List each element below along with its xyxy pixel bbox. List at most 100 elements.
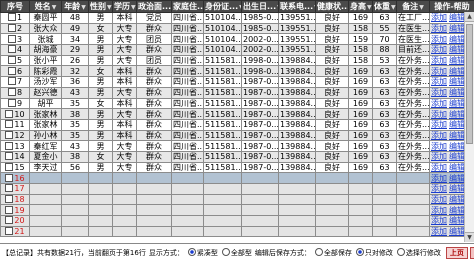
edit-link[interactable]: 编辑 bbox=[449, 99, 465, 108]
empty-cell[interactable] bbox=[136, 225, 172, 238]
empty-cell[interactable] bbox=[241, 172, 279, 184]
empty-cell[interactable] bbox=[348, 172, 373, 184]
edit-link[interactable]: 编辑 bbox=[449, 152, 465, 161]
cell-name[interactable]: 胡海豪 bbox=[29, 44, 62, 56]
cell-edu[interactable]: 大专 bbox=[112, 44, 137, 56]
empty-cell[interactable] bbox=[372, 183, 397, 195]
empty-row[interactable]: 20添加编辑删除 bbox=[0, 215, 474, 227]
row-checkbox[interactable] bbox=[5, 205, 14, 214]
cell-age[interactable]: 48 bbox=[61, 12, 89, 24]
empty-cell[interactable] bbox=[88, 204, 113, 217]
cell-address[interactable]: 四川省... bbox=[171, 12, 204, 24]
cell-birth[interactable]: 1998-0... bbox=[241, 54, 279, 67]
empty-cell[interactable] bbox=[372, 204, 397, 217]
empty-cell[interactable] bbox=[61, 183, 89, 195]
cell-birth[interactable]: 1985-0... bbox=[241, 22, 279, 35]
edit-link[interactable]: 编辑 bbox=[449, 110, 465, 119]
cell-political[interactable]: 群众 bbox=[136, 108, 172, 120]
cell-height[interactable]: 169 bbox=[348, 140, 373, 152]
add-link[interactable]: 添加 bbox=[431, 99, 447, 108]
empty-cell[interactable] bbox=[348, 193, 373, 206]
cell-phone[interactable]: 139884... bbox=[278, 140, 316, 152]
cell-edu[interactable]: 大专 bbox=[112, 54, 137, 67]
cell-birth[interactable]: 1985-0... bbox=[241, 12, 279, 24]
cell-phone[interactable]: 139551... bbox=[278, 44, 316, 56]
cell-note[interactable]: 在工厂... bbox=[396, 12, 430, 24]
cell-health[interactable]: 良好 bbox=[315, 65, 349, 78]
empty-row[interactable]: 17添加编辑删除 bbox=[0, 183, 474, 195]
edit-link[interactable]: 编辑 bbox=[449, 35, 465, 44]
cell-note[interactable]: 在医生... bbox=[396, 22, 430, 35]
empty-cell[interactable] bbox=[112, 183, 137, 195]
table-row[interactable]: 14 夏金小 38 女大专 群众 四川省... 511581... 1987-0... 1398… bbox=[0, 150, 474, 163]
cell-political[interactable]: 群众 bbox=[136, 140, 172, 152]
edit-link[interactable]: 编辑 bbox=[449, 142, 465, 151]
empty-cell[interactable] bbox=[112, 172, 137, 184]
row-checkbox[interactable] bbox=[7, 34, 16, 43]
cell-age[interactable]: 35 bbox=[61, 129, 89, 142]
cell-edu[interactable]: 大专 bbox=[112, 33, 137, 46]
empty-cell[interactable] bbox=[396, 204, 430, 217]
cell-weight[interactable]: 70 bbox=[372, 33, 397, 46]
cell-health[interactable]: 良好 bbox=[315, 44, 349, 56]
cell-note[interactable]: 在外务... bbox=[396, 108, 430, 120]
cell-gender[interactable]: 男 bbox=[88, 108, 113, 120]
cell-height[interactable]: 169 bbox=[348, 12, 373, 24]
empty-cell[interactable] bbox=[278, 183, 316, 195]
add-link[interactable]: 添加 bbox=[431, 152, 447, 161]
cell-gender[interactable]: 男 bbox=[88, 76, 113, 88]
column-header-11[interactable]: 身高▼ bbox=[348, 0, 373, 13]
cell-health[interactable]: 良好 bbox=[315, 22, 349, 35]
cell-address[interactable]: 四川省... bbox=[171, 76, 204, 88]
cell-id[interactable]: 511581... bbox=[203, 118, 242, 131]
cell-name[interactable]: 赵兴德 bbox=[29, 86, 62, 99]
cell-name[interactable]: 夏金小 bbox=[29, 150, 62, 163]
cell-birth[interactable]: 1987-0... bbox=[241, 129, 279, 142]
cell-note[interactable]: 在外务... bbox=[396, 86, 430, 99]
cell-weight[interactable]: 63 bbox=[372, 129, 397, 142]
row-checkbox[interactable] bbox=[5, 173, 14, 182]
cell-gender[interactable]: 女 bbox=[88, 97, 113, 110]
edit-link[interactable]: 编辑 bbox=[449, 13, 465, 22]
add-link[interactable]: 添加 bbox=[431, 184, 447, 193]
cell-weight[interactable]: 88 bbox=[372, 44, 397, 56]
edit-link[interactable]: 编辑 bbox=[449, 120, 465, 129]
cell-phone[interactable]: 139551... bbox=[278, 12, 316, 24]
cell-health[interactable]: 良好 bbox=[315, 54, 349, 67]
cell-note[interactable]: 在外务... bbox=[396, 140, 430, 152]
cell-gender[interactable]: 男 bbox=[88, 54, 113, 67]
row-checkbox[interactable] bbox=[5, 216, 14, 225]
cell-age[interactable]: 49 bbox=[61, 22, 89, 35]
cell-address[interactable]: 四川省... bbox=[171, 44, 204, 56]
cell-note[interactable]: 在外务... bbox=[396, 129, 430, 142]
cell-note[interactable]: 在外务... bbox=[396, 150, 430, 163]
cell-weight[interactable]: 63 bbox=[372, 97, 397, 110]
cell-height[interactable]: 169 bbox=[348, 150, 373, 163]
save-mode-option-1[interactable]: 只对修改 bbox=[355, 248, 393, 258]
empty-cell[interactable] bbox=[372, 193, 397, 206]
empty-cell[interactable] bbox=[29, 204, 62, 217]
cell-health[interactable]: 良好 bbox=[315, 129, 349, 142]
display-mode-option-1[interactable]: 全部型 bbox=[221, 248, 252, 258]
add-link[interactable]: 添加 bbox=[431, 195, 447, 204]
edit-link[interactable]: 编辑 bbox=[449, 206, 465, 215]
cell-edu[interactable]: 本科 bbox=[112, 118, 137, 131]
empty-cell[interactable] bbox=[136, 193, 172, 206]
empty-cell[interactable] bbox=[136, 215, 172, 227]
cell-edu[interactable]: 本科 bbox=[112, 12, 137, 24]
cell-health[interactable]: 良好 bbox=[315, 76, 349, 88]
table-row[interactable]: 6 陈彩霞 32 女本科 群众 四川省... 511581... 1998-0... 13988… bbox=[0, 65, 474, 78]
cell-address[interactable]: 四川省... bbox=[171, 22, 204, 35]
cell-phone[interactable]: 139884... bbox=[278, 76, 316, 88]
row-checkbox[interactable] bbox=[7, 45, 16, 54]
edit-link[interactable]: 编辑 bbox=[449, 217, 465, 226]
cell-id[interactable]: 511581... bbox=[203, 108, 242, 120]
cell-political[interactable]: 群众 bbox=[136, 129, 172, 142]
add-link[interactable]: 添加 bbox=[431, 24, 447, 33]
cell-height[interactable]: 169 bbox=[348, 108, 373, 120]
cell-age[interactable]: 38 bbox=[61, 150, 89, 163]
empty-cell[interactable] bbox=[136, 183, 172, 195]
radio-icon[interactable] bbox=[314, 248, 323, 256]
cell-political[interactable]: 团员 bbox=[136, 54, 172, 67]
cell-birth[interactable]: 1987-0... bbox=[241, 118, 279, 131]
